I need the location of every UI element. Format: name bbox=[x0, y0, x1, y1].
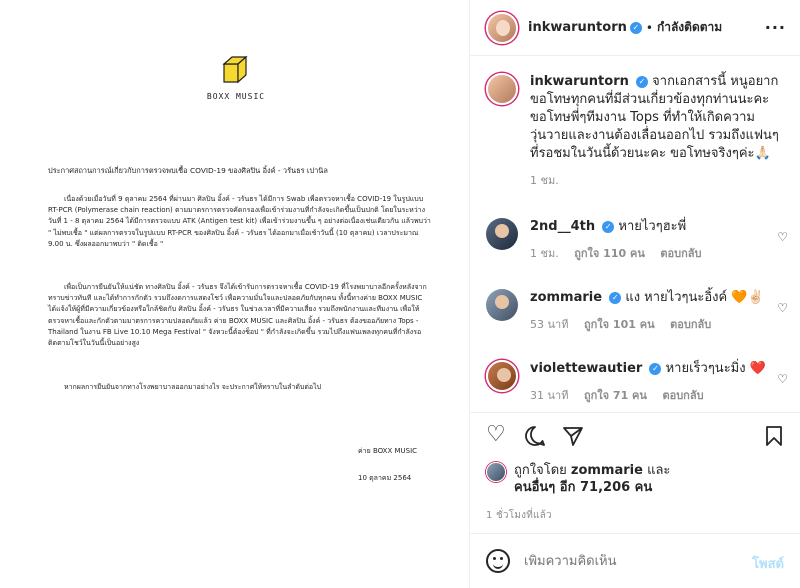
comment-like-heart-icon[interactable]: ♡ bbox=[777, 301, 788, 315]
signature-company: ค่าย BOXX MUSIC bbox=[358, 447, 418, 456]
document-title: ประกาศสถานการณ์เกี่ยวกับการตรวจพบเชื้อ C… bbox=[48, 166, 328, 175]
comment-like-heart-icon[interactable]: ♡ bbox=[777, 230, 788, 244]
reply-button[interactable]: ตอบกลับ bbox=[670, 318, 711, 331]
post-timestamp[interactable]: 1 ชั่วโมงที่แล้ว bbox=[486, 508, 552, 523]
comments-list[interactable]: inkwaruntorn ✓ จากเอกสารนี้ หนูอยากขอโทษ… bbox=[470, 57, 800, 412]
comment-time[interactable]: 53 นาที bbox=[530, 318, 568, 331]
caption-text: inkwaruntorn ✓ จากเอกสารนี้ หนูอยากขอโทษ… bbox=[530, 73, 780, 163]
comment-text: zommarie ✓ แง หายไวๆนะอิ้งค์ 🧡✌🏻 bbox=[530, 289, 780, 307]
save-bookmark-icon[interactable] bbox=[764, 425, 784, 447]
following-button[interactable]: กำลังติดตาม bbox=[657, 18, 722, 37]
post-comment-button[interactable]: โพสต์ bbox=[752, 553, 784, 574]
comment-avatar[interactable] bbox=[486, 289, 518, 321]
caption-time[interactable]: 1 ชม. bbox=[530, 174, 559, 187]
comment-avatar[interactable] bbox=[486, 360, 518, 392]
comment-meta: 1 ชม. ถูกใจ 110 คน ตอบกลับ bbox=[530, 244, 780, 262]
post-image[interactable]: BOXX MUSIC ประกาศสถานการณ์เกี่ยวกับการตร… bbox=[0, 0, 470, 588]
comment-body: 2nd__4th ✓ หายไวๆฮะพี่ 1 ชม. ถูกใจ 110 ค… bbox=[530, 218, 780, 262]
comment-item: violettewautier ✓ หายเร็วๆนะมิ่ง ❤️ 31 น… bbox=[486, 360, 786, 404]
comment-time[interactable]: 1 ชม. bbox=[530, 247, 559, 260]
cube-icon bbox=[222, 55, 248, 84]
share-icon[interactable] bbox=[562, 425, 584, 447]
post-header: inkwaruntorn ✓ • กำลังติดตาม ··· bbox=[470, 0, 800, 56]
comment-likes[interactable]: ถูกใจ 101 คน bbox=[584, 318, 655, 331]
comment-text: 2nd__4th ✓ หายไวๆฮะพี่ bbox=[530, 218, 780, 236]
comment-username[interactable]: 2nd__4th bbox=[530, 219, 595, 234]
likes-mid: และ bbox=[642, 463, 671, 478]
author-avatar[interactable] bbox=[486, 11, 518, 44]
verified-badge-icon: ✓ bbox=[629, 21, 642, 34]
comment-meta: 53 นาที ถูกใจ 101 คน ตอบกลับ bbox=[530, 315, 780, 333]
likes-prefix: ถูกใจโดย bbox=[514, 463, 571, 478]
verified-badge-icon: ✓ bbox=[609, 291, 622, 304]
likes-text: ถูกใจโดย zommarie และ คนอื่นๆ อีก 71,206… bbox=[514, 462, 670, 496]
comment-item: zommarie ✓ แง หายไวๆนะอิ้งค์ 🧡✌🏻 53 นาที… bbox=[486, 289, 786, 333]
likes-summary: ถูกใจโดย zommarie และ คนอื่นๆ อีก 71,206… bbox=[486, 462, 786, 496]
author-username[interactable]: inkwaruntorn bbox=[528, 20, 627, 35]
reply-button[interactable]: ตอบกลับ bbox=[662, 389, 703, 402]
liker-username[interactable]: zommarie bbox=[571, 463, 643, 478]
comment-username[interactable]: violettewautier bbox=[530, 361, 642, 376]
add-comment-bar: โพสต์ bbox=[470, 533, 800, 588]
reply-button[interactable]: ตอบกลับ bbox=[660, 247, 701, 260]
comment-text: violettewautier ✓ หายเร็วๆนะมิ่ง ❤️ bbox=[530, 360, 780, 378]
comment-meta: 31 นาที ถูกใจ 71 คน ตอบกลับ bbox=[530, 386, 780, 404]
comment-item: 2nd__4th ✓ หายไวๆฮะพี่ 1 ชม. ถูกใจ 110 ค… bbox=[486, 218, 786, 262]
document-signature: ค่าย BOXX MUSIC 10 ตุลาคม 2564 bbox=[358, 432, 417, 498]
boxx-music-logo: BOXX MUSIC bbox=[206, 52, 266, 101]
document-paragraph-1: เนื่องด้วยเมื่อวันที่ 9 ตุลาคม 2564 ที่ผ… bbox=[48, 195, 431, 248]
liker-avatar[interactable] bbox=[486, 462, 506, 482]
caption: inkwaruntorn ✓ จากเอกสารนี้ หนูอยากขอโทษ… bbox=[486, 73, 786, 189]
comment-content: หายไวๆฮะพี่ bbox=[618, 219, 687, 234]
post-sidebar: inkwaruntorn ✓ • กำลังติดตาม ··· inkwaru… bbox=[470, 0, 800, 588]
verified-badge-icon: ✓ bbox=[636, 75, 649, 88]
comment-content: หายเร็วๆนะมิ่ง ❤️ bbox=[665, 361, 766, 376]
post-actions-bar: ♡ bbox=[470, 412, 800, 456]
document-paragraph-2: เพื่อเป็นการยืนยันให้แน่ชัด ทางศิลปิน อิ… bbox=[48, 283, 427, 347]
caption-meta: 1 ชม. bbox=[530, 171, 780, 189]
signature-date: 10 ตุลาคม 2564 bbox=[358, 473, 412, 482]
comment-body: zommarie ✓ แง หายไวๆนะอิ้งค์ 🧡✌🏻 53 นาที… bbox=[530, 289, 780, 333]
comment-body: violettewautier ✓ หายเร็วๆนะมิ่ง ❤️ 31 น… bbox=[530, 360, 780, 404]
caption-avatar[interactable] bbox=[486, 73, 518, 105]
verified-badge-icon: ✓ bbox=[649, 362, 662, 375]
separator-dot: • bbox=[645, 20, 653, 35]
verified-badge-icon: ✓ bbox=[602, 220, 615, 233]
instagram-post-window: BOXX MUSIC ประกาศสถานการณ์เกี่ยวกับการตร… bbox=[0, 0, 800, 588]
caption-body: inkwaruntorn ✓ จากเอกสารนี้ หนูอยากขอโทษ… bbox=[530, 73, 780, 189]
comment-like-heart-icon[interactable]: ♡ bbox=[777, 372, 788, 386]
comment-content: แง หายไวๆนะอิ้งค์ 🧡✌🏻 bbox=[625, 290, 764, 305]
comment-likes[interactable]: ถูกใจ 110 คน bbox=[574, 247, 645, 260]
comment-likes[interactable]: ถูกใจ 71 คน bbox=[584, 389, 647, 402]
document-paragraph-3: หากผลการยืนยันจากทางโรงพยาบาลออกมาอย่างไ… bbox=[64, 383, 322, 391]
logo-text: BOXX MUSIC bbox=[206, 92, 266, 101]
add-comment-input[interactable] bbox=[524, 553, 734, 569]
caption-username[interactable]: inkwaruntorn bbox=[530, 74, 629, 89]
comment-icon[interactable] bbox=[524, 425, 546, 447]
comment-username[interactable]: zommarie bbox=[530, 290, 602, 305]
likes-others-link[interactable]: คนอื่นๆ อีก 71,206 คน bbox=[514, 480, 652, 495]
comment-avatar[interactable] bbox=[486, 218, 518, 250]
more-options-icon[interactable]: ··· bbox=[765, 18, 786, 37]
comment-time[interactable]: 31 นาที bbox=[530, 389, 568, 402]
emoji-icon[interactable] bbox=[486, 549, 510, 573]
like-heart-icon[interactable]: ♡ bbox=[486, 423, 506, 447]
